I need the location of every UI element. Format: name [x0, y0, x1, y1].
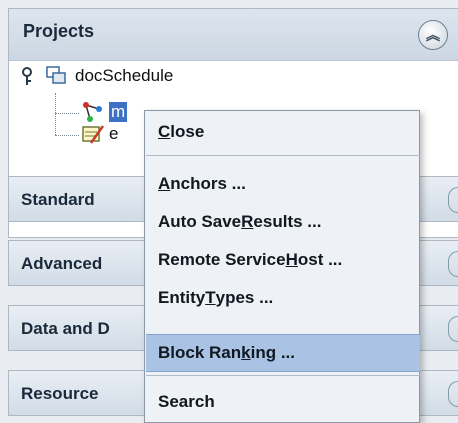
- tree-root[interactable]: docSchedule: [19, 65, 173, 87]
- menu-separator: [146, 155, 420, 156]
- menu-item-block-ranking[interactable]: Block Ran k ing ...: [146, 334, 420, 372]
- menu-text: Entity: [158, 288, 206, 307]
- menu-text: ypes ...: [215, 288, 274, 307]
- tree-root-label: docSchedule: [75, 66, 174, 85]
- menu-item-anchors[interactable]: Anchors ...: [146, 165, 420, 203]
- menu-mnemonic: k: [241, 343, 251, 362]
- menu-text: ing ...: [250, 343, 295, 362]
- menu-text: Remote Service: [158, 250, 286, 269]
- tree-line: [55, 135, 79, 136]
- model-node-icon: [83, 102, 102, 122]
- menu-mnemonic: C: [158, 122, 171, 141]
- menu-text: ost ...: [297, 250, 343, 269]
- menu-separator: [146, 375, 420, 376]
- entity-editor-icon: [82, 125, 105, 144]
- menu-text: Search: [158, 392, 215, 411]
- menu-item-entity-types[interactable]: Entity Types ...: [146, 279, 420, 317]
- tree-item-label: e: [109, 124, 119, 143]
- tree-line: [55, 93, 56, 135]
- tree-item-entity[interactable]: e: [81, 123, 118, 145]
- double-chevron-up-icon: ︽: [426, 27, 440, 43]
- section-expand-icon[interactable]: [448, 316, 458, 342]
- tree-item-label-selected: m: [109, 102, 128, 122]
- menu-text: nchors ...: [170, 174, 246, 193]
- collapse-icon[interactable]: ︽: [418, 20, 448, 50]
- menu-mnemonic: R: [241, 212, 254, 231]
- section-title: Advanced: [21, 254, 103, 273]
- tree-line: [55, 113, 79, 114]
- section-title: Data and D: [21, 319, 110, 338]
- menu-mnemonic: T: [205, 288, 216, 307]
- menu-item-close[interactable]: Close: [146, 113, 420, 151]
- menu-text: Block Ran: [158, 343, 242, 362]
- menu-text: lose: [170, 122, 205, 141]
- section-expand-icon[interactable]: [448, 187, 458, 213]
- section-title: Resource: [21, 384, 99, 403]
- projects-title: Projects: [23, 21, 95, 41]
- tree-item-model[interactable]: m: [81, 101, 128, 123]
- section-expand-icon[interactable]: [448, 251, 458, 277]
- menu-mnemonic: H: [285, 250, 298, 269]
- menu-item-remote-service-host[interactable]: Remote Service Host ...: [146, 241, 420, 279]
- tree-expand-key-icon[interactable]: [19, 65, 41, 87]
- context-menu: Close Anchors ... Auto Save Results ... …: [144, 110, 420, 423]
- project-folder-icon: [46, 66, 66, 84]
- menu-item-search[interactable]: Search: [146, 383, 420, 421]
- menu-text: esults ...: [253, 212, 322, 231]
- menu-text: Auto Save: [158, 212, 242, 231]
- menu-item-auto-save-results[interactable]: Auto Save Results ...: [146, 203, 420, 241]
- section-expand-icon[interactable]: [448, 381, 458, 407]
- menu-mnemonic: A: [158, 174, 171, 193]
- section-title: Standard: [21, 190, 95, 209]
- projects-header[interactable]: Projects ︽: [9, 9, 458, 61]
